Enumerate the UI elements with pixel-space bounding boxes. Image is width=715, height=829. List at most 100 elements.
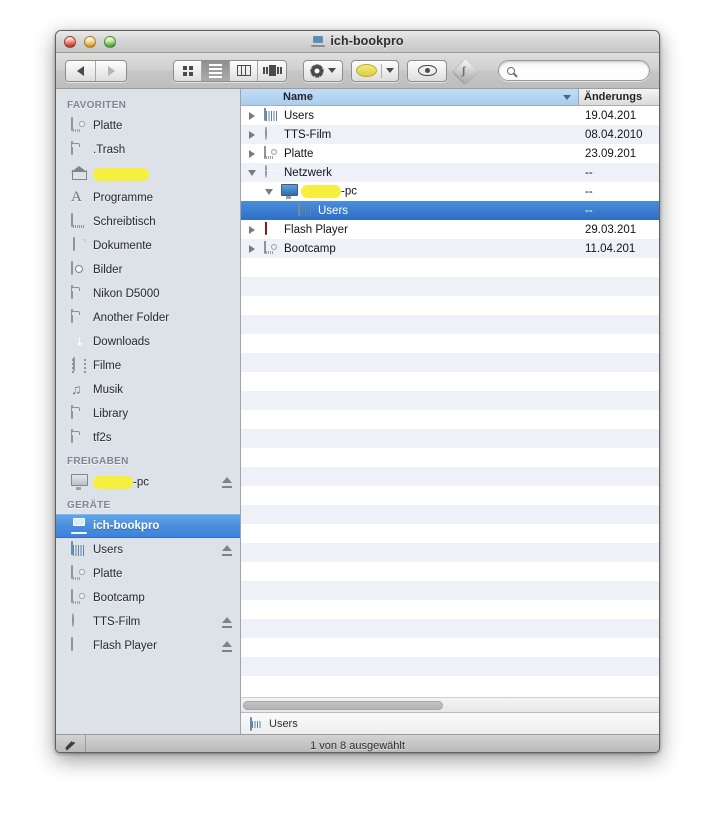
pc-monitor-icon	[281, 184, 296, 199]
row-name-cell: TTS-Film	[241, 127, 579, 142]
search-field[interactable]: ×	[498, 60, 659, 81]
grid-icon	[182, 65, 193, 76]
sidebar-item-dokumente[interactable]: Dokumente	[56, 234, 240, 258]
pictures-icon	[71, 261, 87, 278]
sidebar-item-tts-film[interactable]: TTS-Film	[56, 610, 240, 634]
column-view-button[interactable]	[230, 60, 258, 81]
network-drive-icon	[71, 541, 87, 558]
table-row[interactable]: -pc --	[241, 182, 659, 201]
coverflow-view-button[interactable]	[258, 60, 286, 81]
search-input[interactable]	[520, 64, 659, 77]
applications-icon: A	[71, 189, 82, 205]
column-header-name[interactable]: Name	[241, 89, 579, 105]
sidebar-item-label: Downloads	[93, 336, 150, 348]
sidebar-item-users[interactable]: Users	[56, 538, 240, 562]
sidebar-item-programme[interactable]: A Programme	[56, 186, 240, 210]
sidebar-item-tf2s[interactable]: tf2s	[56, 426, 240, 450]
redaction-mark	[301, 185, 341, 198]
row-date-cell: 29.03.201	[585, 223, 637, 236]
window-title-text: ich-bookpro	[330, 34, 404, 48]
sidebar-item-nikon-d5000[interactable]: Nikon D5000	[56, 282, 240, 306]
horizontal-scrollbar[interactable]	[241, 697, 659, 712]
empty-row	[241, 581, 659, 600]
action-menu-button[interactable]	[303, 59, 343, 82]
sidebar-item-downloads[interactable]: ⇣ Downloads	[56, 330, 240, 354]
eject-icon[interactable]	[222, 616, 232, 628]
sidebar-item-bilder[interactable]: Bilder	[56, 258, 240, 282]
empty-row	[241, 467, 659, 486]
eject-icon[interactable]	[222, 476, 232, 488]
cd-icon	[71, 613, 87, 630]
forward-button[interactable]	[96, 60, 126, 81]
file-rows-container: Users 19.04.201 TTS-Film 08.04.2010 Platte 23…	[241, 106, 659, 697]
home-icon	[71, 166, 87, 182]
path-bar: Users	[241, 712, 659, 734]
icon-view-button[interactable]	[174, 60, 202, 81]
sidebar-item-label: .Trash	[93, 144, 126, 156]
back-arrow-icon	[77, 65, 84, 76]
row-date-cell: --	[585, 166, 593, 179]
sidebar-item-label: Library	[93, 408, 129, 420]
empty-row	[241, 619, 659, 638]
disclosure-triangle-closed-icon[interactable]	[245, 244, 259, 253]
forward-arrow-icon	[107, 65, 115, 76]
sidebar-item-ich-bookpro[interactable]: ich-bookpro	[56, 514, 240, 538]
sidebar-item-label: Dokumente	[93, 240, 152, 252]
sidebar-item-schreibtisch[interactable]: Schreibtisch	[56, 210, 240, 234]
sidebar-item-another-folder[interactable]: Another Folder	[56, 306, 240, 330]
empty-row	[241, 334, 659, 353]
swirl-glyph: ʃ	[462, 64, 466, 77]
disclosure-triangle-closed-icon[interactable]	[245, 149, 259, 158]
table-row[interactable]: Users 19.04.201	[241, 106, 659, 125]
table-row[interactable]: Flash Player 29.03.201	[241, 220, 659, 239]
sidebar-item-bootcamp[interactable]: Bootcamp	[56, 586, 240, 610]
label-menu-button[interactable]	[351, 59, 399, 82]
back-button[interactable]	[66, 60, 96, 81]
row-name-cell: Flash Player	[241, 222, 579, 237]
folder-icon	[71, 405, 87, 422]
sidebar-item-label: ich-bookpro	[93, 520, 160, 532]
column-header-date-label: Änderungs	[584, 91, 643, 103]
eject-icon[interactable]	[222, 640, 232, 652]
quicklook-button[interactable]	[407, 59, 447, 82]
sidebar-item-trash[interactable]: .Trash	[56, 138, 240, 162]
row-name-label: TTS-Film	[284, 128, 332, 141]
table-row[interactable]: TTS-Film 08.04.2010	[241, 125, 659, 144]
sidebar-item-library[interactable]: Library	[56, 402, 240, 426]
disclosure-triangle-closed-icon[interactable]	[245, 111, 259, 120]
disclosure-triangle-open-icon[interactable]	[245, 169, 259, 176]
empty-row	[241, 258, 659, 277]
empty-row	[241, 410, 659, 429]
desktop-icon	[71, 213, 87, 230]
path-bar-current[interactable]: Users	[269, 718, 298, 730]
eject-icon[interactable]	[222, 544, 232, 556]
sidebar-item-platte[interactable]: Platte	[56, 114, 240, 138]
scrollbar-thumb[interactable]	[243, 700, 443, 710]
sidebar-item-label: Platte	[93, 568, 123, 580]
empty-row	[241, 562, 659, 581]
coverflow-icon	[262, 65, 282, 76]
sidebar-item-filme[interactable]: Filme	[56, 354, 240, 378]
empty-row	[241, 429, 659, 448]
empty-row	[241, 372, 659, 391]
script-app-icon[interactable]: ʃ	[453, 58, 479, 84]
table-row[interactable]: Users --	[241, 201, 659, 220]
table-row[interactable]: Bootcamp 11.04.201	[241, 239, 659, 258]
cd-icon	[264, 127, 279, 142]
disclosure-triangle-closed-icon[interactable]	[245, 225, 259, 234]
sidebar-item-musik[interactable]: ♫ Musik	[56, 378, 240, 402]
hard-disk-icon	[71, 117, 87, 134]
disclosure-triangle-closed-icon[interactable]	[245, 130, 259, 139]
list-view-button[interactable]	[202, 60, 230, 81]
folder-icon	[71, 285, 87, 302]
sidebar-item-label: Programme	[93, 192, 154, 204]
sidebar-item-redacted[interactable]	[56, 162, 240, 186]
disclosure-triangle-open-icon[interactable]	[262, 188, 276, 195]
table-row[interactable]: Netzwerk --	[241, 163, 659, 182]
sidebar-item-pc[interactable]: -pc	[56, 470, 240, 494]
empty-row	[241, 353, 659, 372]
sidebar-item-platte[interactable]: Platte	[56, 562, 240, 586]
sidebar-item-flash-player[interactable]: Flash Player	[56, 634, 240, 658]
table-row[interactable]: Platte 23.09.201	[241, 144, 659, 163]
column-header-date[interactable]: Änderungs	[579, 89, 659, 105]
